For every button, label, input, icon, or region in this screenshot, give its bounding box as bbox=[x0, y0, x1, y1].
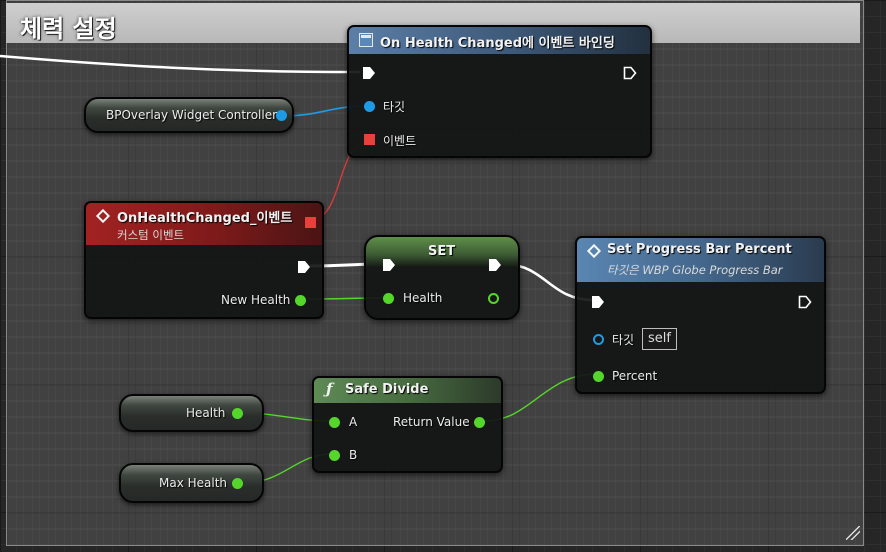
health-variable-pin-icon[interactable] bbox=[232, 408, 243, 419]
bind-event-node-title: On Health Changed에 이벤트 바인딩 bbox=[380, 36, 615, 51]
custom-event-node-title: OnHealthChanged_이벤트 bbox=[117, 211, 293, 226]
percent-input-label: Percent bbox=[612, 369, 658, 383]
set-health-node[interactable]: SET Health bbox=[364, 235, 520, 320]
target-pin-icon[interactable] bbox=[364, 101, 375, 112]
progress-target-label: 타깃 bbox=[612, 333, 635, 347]
max-health-variable-node[interactable]: Max Health bbox=[119, 463, 264, 503]
divide-return-value-pin-icon[interactable] bbox=[474, 417, 485, 428]
progress-exec-out-pin-icon[interactable] bbox=[798, 295, 812, 309]
event-delegate-pin-icon[interactable] bbox=[364, 134, 375, 145]
divide-input-b-label: B bbox=[349, 448, 358, 462]
controller-variable-label: BPOverlay Widget Controller bbox=[106, 108, 278, 122]
set-exec-in-pin-icon[interactable] bbox=[382, 258, 396, 272]
event-exec-out-pin-icon[interactable] bbox=[297, 260, 311, 274]
percent-input-pin-icon[interactable] bbox=[593, 371, 604, 382]
progress-target-pin-icon[interactable] bbox=[593, 334, 604, 345]
event-pin-label: 이벤트 bbox=[383, 134, 417, 148]
divide-input-b-pin-icon[interactable] bbox=[329, 450, 340, 461]
bind-event-node[interactable]: On Health Changed에 이벤트 바인딩 타깃 이벤트 bbox=[347, 25, 652, 158]
set-node-title: SET bbox=[428, 244, 456, 259]
set-health-output-pin-icon[interactable] bbox=[488, 293, 499, 304]
safe-divide-node-title: Safe Divide bbox=[345, 382, 429, 397]
divide-return-value-label: Return Value bbox=[393, 415, 470, 429]
health-variable-label: Health bbox=[186, 406, 226, 420]
divide-input-a-pin-icon[interactable] bbox=[329, 417, 340, 428]
exec-in-pin-icon[interactable] bbox=[362, 66, 376, 80]
max-health-variable-label: Max Health bbox=[159, 476, 228, 490]
set-progress-bar-percent-node[interactable]: Set Progress Bar Percent 타깃은 WBP Globe P… bbox=[575, 236, 826, 394]
set-exec-out-pin-icon[interactable] bbox=[488, 258, 502, 272]
new-health-label: New Health bbox=[221, 293, 291, 307]
function-f-icon: ƒ bbox=[326, 380, 333, 398]
safe-divide-node[interactable]: ƒ Safe Divide A B Return Value bbox=[312, 376, 503, 473]
exec-out-pin-icon[interactable] bbox=[623, 66, 637, 80]
set-progress-node-subtitle: 타깃은 WBP Globe Progress Bar bbox=[607, 263, 783, 277]
progress-target-self-field[interactable]: self bbox=[642, 328, 677, 350]
divide-input-a-label: A bbox=[349, 415, 358, 429]
custom-event-node[interactable]: OnHealthChanged_이벤트 커스텀 이벤트 New Health bbox=[84, 201, 324, 319]
comment-resize-grip-icon[interactable] bbox=[846, 526, 860, 540]
new-health-pin-icon[interactable] bbox=[295, 295, 306, 306]
controller-output-pin-icon[interactable] bbox=[276, 110, 287, 121]
target-pin-label: 타깃 bbox=[383, 100, 406, 114]
custom-event-node-subtitle: 커스텀 이벤트 bbox=[117, 228, 185, 242]
event-output-delegate-pin-icon[interactable] bbox=[305, 217, 316, 228]
node-function-icon bbox=[359, 33, 373, 47]
max-health-variable-pin-icon[interactable] bbox=[232, 478, 243, 489]
health-variable-node[interactable]: Health bbox=[119, 394, 264, 432]
progress-exec-in-pin-icon[interactable] bbox=[591, 295, 605, 309]
set-progress-node-title: Set Progress Bar Percent bbox=[607, 242, 792, 257]
controller-variable-node[interactable]: BPOverlay Widget Controller bbox=[84, 97, 294, 133]
set-health-input-label: Health bbox=[403, 291, 443, 305]
comment-title: 체력 설정 bbox=[20, 15, 117, 43]
set-health-input-pin-icon[interactable] bbox=[383, 293, 394, 304]
